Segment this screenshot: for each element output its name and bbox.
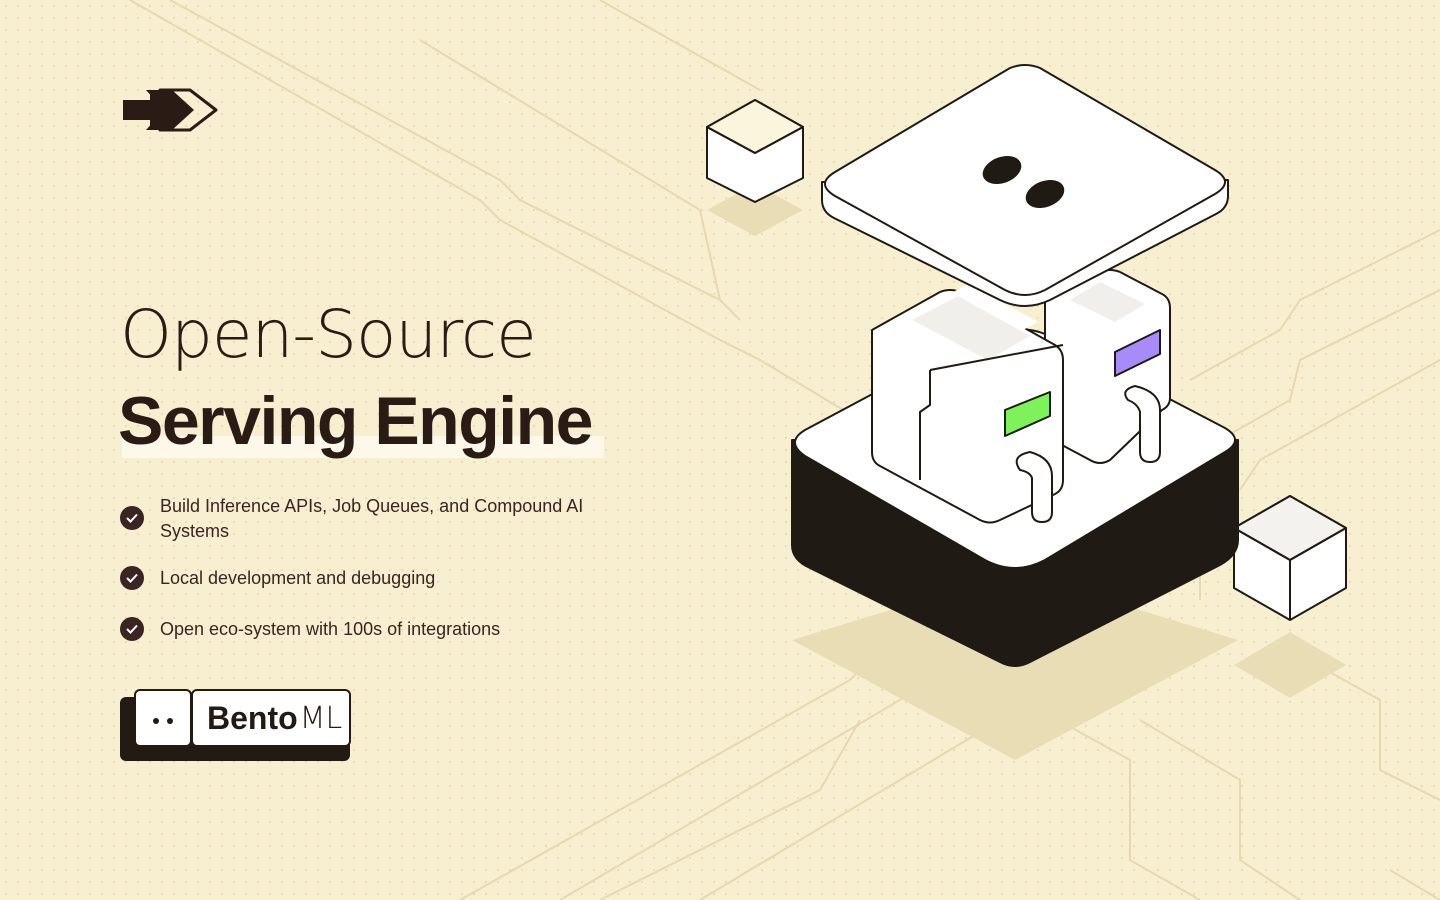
feature-item: Local development and debugging	[120, 566, 590, 591]
feature-text: Open eco-system with 100s of integration…	[160, 619, 501, 639]
bentoml-brand-badge[interactable]: Bento ML	[120, 689, 356, 763]
check-circle-icon	[120, 506, 144, 530]
check-circle-icon	[120, 617, 144, 641]
feature-list: Build Inference APIs, Job Queues, and Co…	[120, 494, 590, 668]
small-cube-cream	[706, 99, 804, 203]
floating-lid	[821, 64, 1229, 307]
hero-title-line1: Open-Source	[120, 296, 537, 373]
feature-item: Open eco-system with 100s of integration…	[120, 617, 590, 642]
small-cube-right	[1233, 495, 1347, 621]
hero-title-line2: Serving Engine	[118, 383, 594, 459]
isometric-server-illustration	[706, 64, 1347, 760]
feature-text: Local development and debugging	[160, 568, 436, 588]
eye-dot	[153, 718, 159, 724]
bentoml-arrow-logo-icon[interactable]	[120, 84, 220, 136]
brand-name-bold: Bento	[207, 699, 298, 736]
brand-name-box: Bento ML	[191, 689, 351, 747]
eye-dot	[167, 718, 173, 724]
feature-item: Build Inference APIs, Job Queues, and Co…	[120, 494, 590, 544]
brand-name-light: ML	[299, 700, 343, 736]
feature-text: Build Inference APIs, Job Queues, and Co…	[160, 496, 584, 541]
bento-eyes-icon	[134, 689, 192, 747]
check-circle-icon	[120, 566, 144, 590]
